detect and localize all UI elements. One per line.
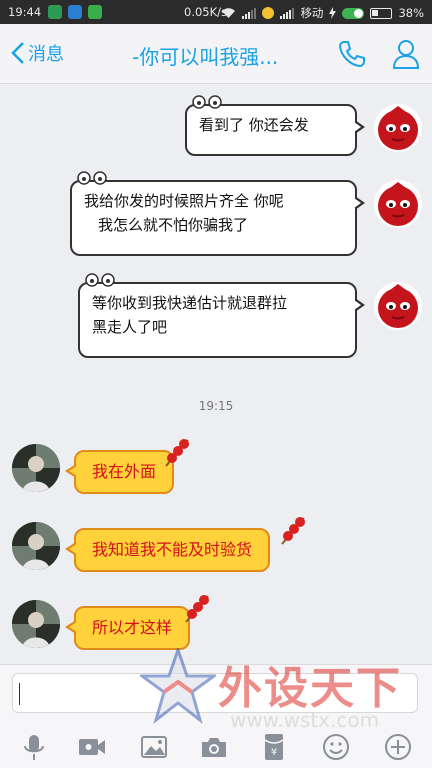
candied-haws-icon [165,439,189,467]
red-packet-icon[interactable]: ¥ [258,731,290,763]
message-text: 我知道我不能及时验货 [92,540,253,559]
bubble-eyes-icon [85,273,115,287]
app-notification-icon [68,5,82,19]
wifi-icon [222,8,236,18]
chat-title[interactable]: -你可以叫我强... [132,41,278,70]
carrier-label: 移动 [300,6,324,20]
message-timestamp: 19:15 [198,399,234,413]
phone-icon [338,41,365,68]
chevron-left-icon [11,42,24,64]
battery-icon [370,7,393,19]
message-outgoing: 等你收到我快递估计就退群拉 黑走人了吧 [0,273,432,362]
back-button[interactable]: 消息 [10,40,64,66]
message-text-line: 我给你发的时候照片齐全 你呢 [84,192,284,210]
avatar-self[interactable] [374,180,422,228]
message-bubble[interactable]: 我给你发的时候照片齐全 你呢 我怎么就不怕你骗我了 [70,171,365,256]
plus-icon[interactable] [382,731,414,763]
message-bubble[interactable]: 等你收到我快递估计就退群拉 黑走人了吧 [78,273,365,358]
message-bubble[interactable]: 我在外面 [64,450,175,494]
message-text-line: 我怎么就不怕你骗我了 [98,216,249,234]
contact-photo-icon [12,600,60,648]
bubble-eyes-icon [77,171,107,185]
person-icon [392,40,420,69]
message-text: 所以才这样 [92,618,173,637]
contact-photo-icon [12,444,60,492]
input-area: ¥ [0,664,432,768]
message-text-line: 等你收到我快递估计就退群拉 [92,294,288,312]
message-text: 看到了 你还会发 [199,116,309,134]
message-input[interactable] [12,673,418,713]
phone-call-button[interactable] [336,38,368,70]
avatar-contact[interactable] [12,522,60,570]
candied-haws-icon [185,595,209,623]
back-label: 消息 [28,44,64,65]
bubble-eyes-icon [192,95,222,109]
red-blob-avatar-icon [378,284,418,328]
status-bar: 19:44 0.05K/s 移动 38% [0,0,432,24]
avatar-self[interactable] [374,104,422,152]
avatar-contact[interactable] [12,444,60,492]
input-toolbar: ¥ [0,727,432,767]
toggle-icon [342,7,365,19]
message-text: 我在外面 [92,462,157,481]
camera-icon[interactable] [198,731,230,763]
message-incoming: 所以才这样 [0,592,432,656]
image-icon[interactable] [138,731,170,763]
svg-text:¥: ¥ [271,747,277,758]
message-text-line: 黑走人了吧 [92,318,168,336]
avatar-contact[interactable] [12,600,60,648]
signal-2-icon [280,7,295,19]
profile-button[interactable] [392,38,420,70]
chat-header: 消息 -你可以叫我强... [0,24,432,84]
message-outgoing: 看到了 你还会发 [0,95,432,160]
contact-photo-icon [12,522,60,570]
status-right: 移动 38% [221,5,424,21]
red-blob-avatar-icon [378,182,418,226]
shield-icon [48,5,62,19]
message-incoming: 我在外面 [0,436,432,500]
video-call-icon[interactable] [76,731,108,763]
status-time: 19:44 [8,5,42,19]
avatar-self[interactable] [374,282,422,330]
text-cursor [19,683,20,705]
candied-haws-icon [281,517,305,545]
emoji-status-icon [262,7,275,19]
emoji-icon[interactable] [320,731,352,763]
message-bubble[interactable]: 看到了 你还会发 [185,95,365,156]
charging-icon [329,7,337,19]
message-bubble[interactable]: 所以才这样 [64,606,191,650]
red-blob-avatar-icon [378,106,418,150]
battery-level: 38% [398,6,424,20]
message-incoming: 我知道我不能及时验货 [0,514,432,578]
message-outgoing: 我给你发的时候照片齐全 你呢 我怎么就不怕你骗我了 [0,171,432,260]
microphone-icon[interactable] [18,731,50,763]
signal-1-icon [242,7,257,19]
message-bubble[interactable]: 我知道我不能及时验货 [64,528,271,572]
download-icon [88,5,102,19]
